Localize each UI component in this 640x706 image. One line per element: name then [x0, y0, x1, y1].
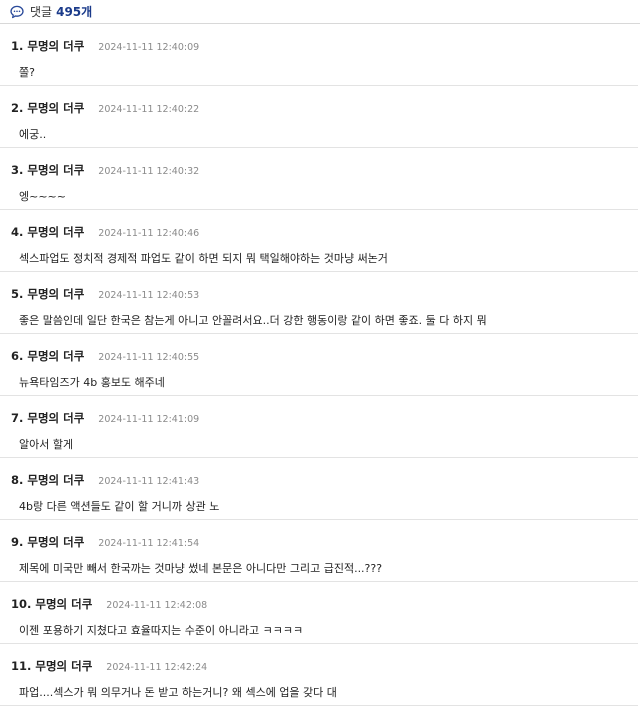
comment-timestamp: 2024-11-11 12:40:53: [98, 290, 200, 301]
comment-item: 1. 무명의 더쿠 2024-11-11 12:40:09 쫄?: [0, 24, 638, 86]
comment-author[interactable]: 무명의 더쿠: [27, 286, 84, 302]
comment-number: 7.: [11, 411, 24, 425]
comment-number: 11.: [11, 659, 32, 673]
comment-timestamp: 2024-11-11 12:40:22: [98, 104, 200, 115]
comment-text: 에궁..: [19, 128, 47, 141]
comment-timestamp: 2024-11-11 12:40:09: [98, 42, 200, 53]
comment-timestamp: 2024-11-11 12:40:46: [98, 228, 200, 239]
comment-item: 10. 무명의 더쿠 2024-11-11 12:42:08 이젠 포용하기 지…: [0, 582, 638, 644]
comment-text: 제목에 미국만 빼서 한국까는 것마냥 썼네 본문은 아니다만 그리고 급진적.…: [19, 562, 383, 575]
comment-author[interactable]: 무명의 더쿠: [35, 658, 92, 674]
comment-number: 6.: [11, 349, 24, 363]
comment-number: 10.: [11, 597, 32, 611]
comment-number: 2.: [11, 101, 24, 115]
comment-author[interactable]: 무명의 더쿠: [27, 472, 84, 488]
comment-item: 7. 무명의 더쿠 2024-11-11 12:41:09 알아서 할게: [0, 396, 638, 458]
comments-count: 495개: [56, 5, 93, 19]
comment-number: 4.: [11, 225, 24, 239]
comment-item: 11. 무명의 더쿠 2024-11-11 12:42:24 파업....섹스가…: [0, 644, 638, 706]
comment-item: 4. 무명의 더쿠 2024-11-11 12:40:46 섹스파업도 정치적 …: [0, 210, 638, 272]
comment-item: 2. 무명의 더쿠 2024-11-11 12:40:22 에궁..: [0, 86, 638, 148]
comment-number: 1.: [11, 39, 24, 53]
comment-timestamp: 2024-11-11 12:40:32: [98, 166, 200, 177]
comment-item: 3. 무명의 더쿠 2024-11-11 12:40:32 엥~~~~: [0, 148, 638, 210]
comment-item: 8. 무명의 더쿠 2024-11-11 12:41:43 4b랑 다른 액션들…: [0, 458, 638, 520]
comment-number: 8.: [11, 473, 24, 487]
comment-text: 이젠 포용하기 지쳤다고 효율따지는 수준이 아니라고 ㅋㅋㅋㅋ: [19, 624, 304, 637]
comment-timestamp: 2024-11-11 12:41:09: [98, 414, 200, 425]
comment-text: 4b랑 다른 액션들도 같이 할 거니까 상관 노: [19, 500, 220, 513]
comment-text: 파업....섹스가 뭐 의무거나 돈 받고 하는거니? 왜 섹스에 업을 갖다 …: [19, 686, 337, 699]
comment-timestamp: 2024-11-11 12:41:54: [98, 538, 200, 549]
comment-author[interactable]: 무명의 더쿠: [27, 100, 84, 116]
comment-item: 5. 무명의 더쿠 2024-11-11 12:40:53 좋은 말씀인데 일단…: [0, 272, 638, 334]
comment-text: 섹스파업도 정치적 경제적 파업도 같이 하면 되지 뭐 택일해야하는 것마냥 …: [19, 252, 388, 265]
speech-bubble-icon: [10, 5, 24, 18]
comment-list: 1. 무명의 더쿠 2024-11-11 12:40:09 쫄? 2. 무명의 …: [0, 24, 638, 706]
comment-text: 알아서 할게: [19, 438, 74, 451]
comment-author[interactable]: 무명의 더쿠: [27, 534, 84, 550]
comment-item: 6. 무명의 더쿠 2024-11-11 12:40:55 뉴욕타임즈가 4b …: [0, 334, 638, 396]
comment-timestamp: 2024-11-11 12:40:55: [98, 352, 200, 363]
comment-author[interactable]: 무명의 더쿠: [27, 348, 84, 364]
comment-author[interactable]: 무명의 더쿠: [35, 596, 92, 612]
comment-number: 3.: [11, 163, 24, 177]
comment-author[interactable]: 무명의 더쿠: [27, 38, 84, 54]
comments-header: 댓글 495개: [0, 0, 640, 24]
comments-label: 댓글: [30, 5, 53, 19]
comment-item: 9. 무명의 더쿠 2024-11-11 12:41:54 제목에 미국만 빼서…: [0, 520, 638, 582]
comment-author[interactable]: 무명의 더쿠: [27, 410, 84, 426]
comment-author[interactable]: 무명의 더쿠: [27, 224, 84, 240]
comment-number: 5.: [11, 287, 24, 301]
comment-timestamp: 2024-11-11 12:41:43: [98, 476, 200, 487]
comment-text: 좋은 말씀인데 일단 한국은 참는게 아니고 안꼴려서요..더 강한 행동이랑 …: [19, 314, 487, 327]
comment-text: 뉴욕타임즈가 4b 홍보도 해주네: [19, 376, 165, 389]
comment-timestamp: 2024-11-11 12:42:24: [106, 662, 208, 673]
comment-timestamp: 2024-11-11 12:42:08: [106, 600, 208, 611]
comment-number: 9.: [11, 535, 24, 549]
comment-text: 쫄?: [19, 66, 35, 79]
comment-author[interactable]: 무명의 더쿠: [27, 162, 84, 178]
comment-text: 엥~~~~: [19, 190, 66, 203]
